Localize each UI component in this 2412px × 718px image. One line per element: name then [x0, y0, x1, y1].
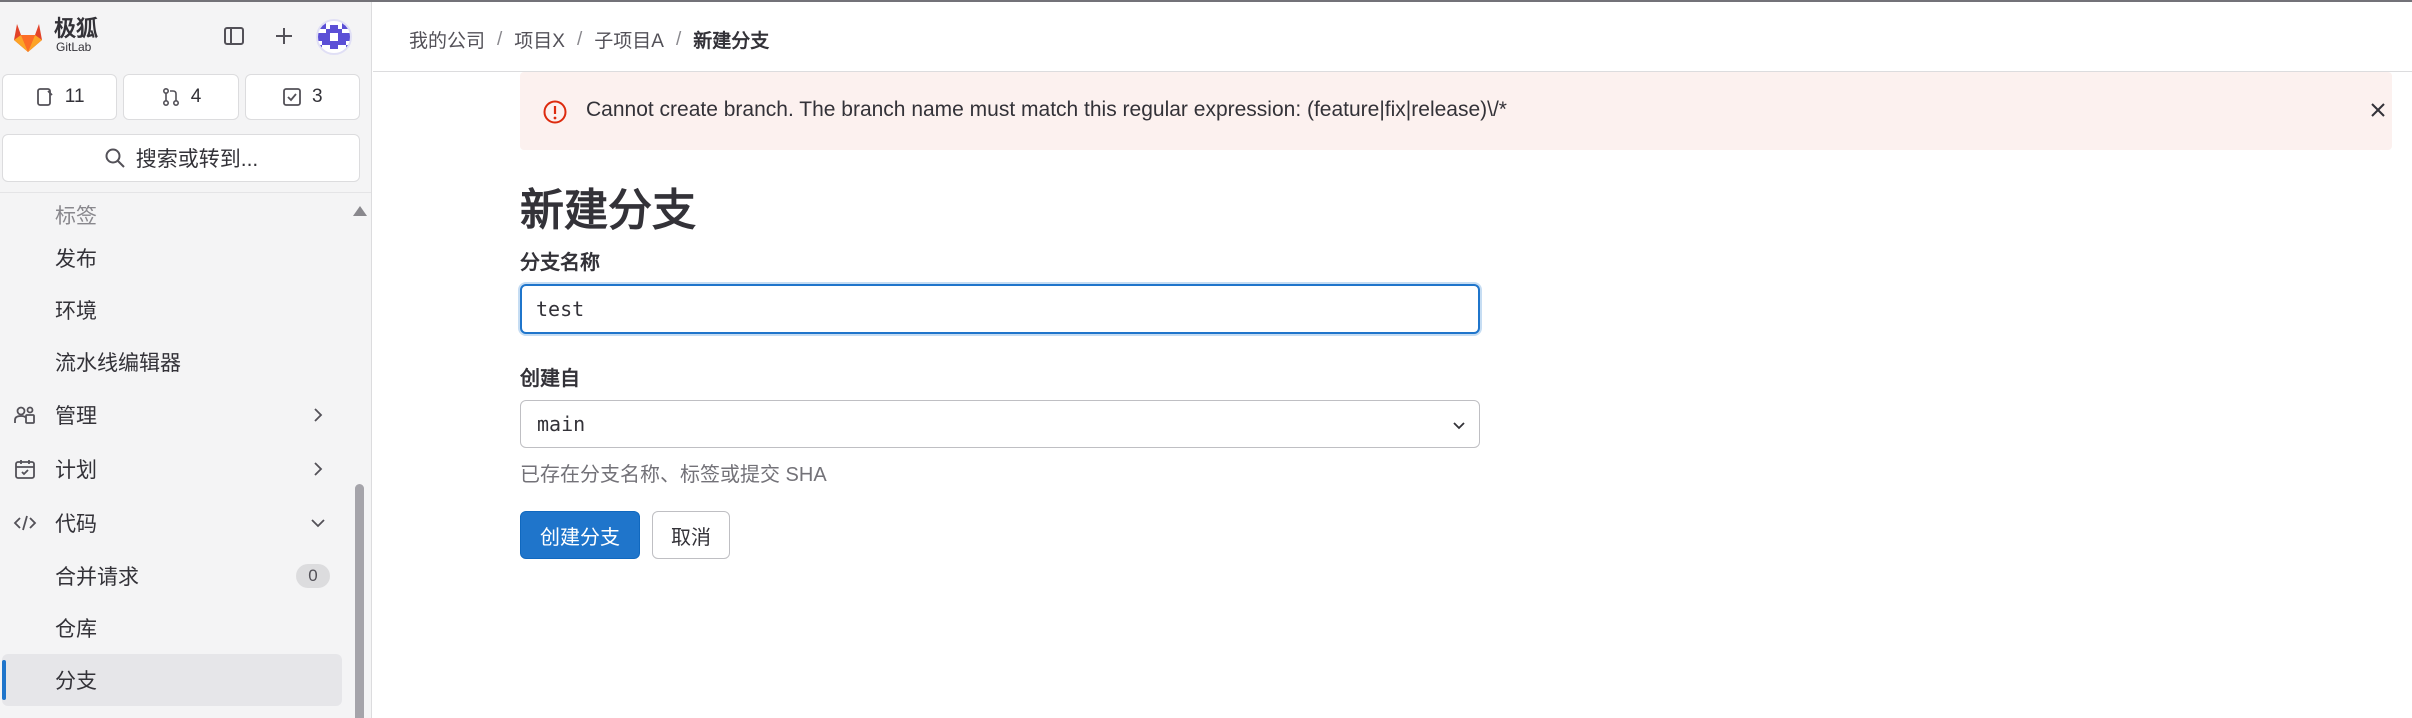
- breadcrumb-separator: /: [497, 28, 503, 50]
- issues-counter-button[interactable]: 11: [2, 74, 118, 120]
- create-branch-button[interactable]: 创建分支: [520, 511, 640, 559]
- sidebar-item-label: 仓库: [55, 618, 97, 641]
- search-label: 搜索或转到...: [135, 148, 259, 171]
- todos-counter-button[interactable]: 3: [244, 74, 360, 120]
- gitlab-logo-icon[interactable]: [8, 16, 48, 56]
- sidebar-item-label: 分支: [55, 670, 97, 693]
- branch-name-input[interactable]: [520, 284, 1480, 334]
- scroll-up-arrow-icon[interactable]: [353, 206, 367, 216]
- sidebar-item-tags[interactable]: 标签: [0, 198, 348, 232]
- main-content: Cannot create branch. The branch name mu…: [373, 72, 2412, 718]
- sidebar-item-environments[interactable]: 环境: [0, 284, 348, 336]
- create-from-value: main: [537, 412, 586, 436]
- brand-wordmark: 极狐 GitLab: [54, 16, 99, 55]
- breadcrumb-item-project[interactable]: 项目X: [514, 26, 565, 53]
- sidebar-item-label: 合并请求: [55, 566, 139, 589]
- sidebar-item-label: 管理: [55, 405, 97, 428]
- sidebar-toggle-icon: [224, 27, 244, 45]
- page-title: 新建分支: [520, 186, 696, 235]
- brand-name-en: GitLab: [56, 40, 92, 54]
- breadcrumb-item-group[interactable]: 我的公司: [409, 26, 485, 53]
- search-button[interactable]: 搜索或转到...: [2, 134, 360, 182]
- sidebar-scrollbar[interactable]: [350, 198, 368, 718]
- plus-icon: [276, 28, 292, 44]
- code-icon: [12, 510, 38, 536]
- sidebar-item-label: 环境: [55, 300, 97, 323]
- error-icon: [543, 100, 567, 124]
- user-avatar[interactable]: [316, 19, 352, 55]
- merge-requests-count: 4: [190, 86, 202, 107]
- chevron-down-icon: [311, 519, 325, 528]
- cancel-button[interactable]: 取消: [652, 511, 730, 559]
- sidebar-toggle-button[interactable]: [220, 22, 248, 50]
- breadcrumb-item-subproject[interactable]: 子项目A: [594, 26, 664, 53]
- sidebar-item-label: 标签: [55, 205, 97, 228]
- sidebar-header: 极狐 GitLab: [0, 2, 371, 70]
- sidebar-item-repository[interactable]: 仓库: [0, 602, 348, 654]
- sidebar-item-pipeline-editor[interactable]: 流水线编辑器: [0, 336, 348, 388]
- merge-request-icon: [162, 87, 179, 107]
- sidebar-item-label: 代码: [55, 513, 97, 536]
- chevron-down-icon: [1453, 422, 1465, 430]
- breadcrumb: 我的公司 / 项目X / 子项目A / 新建分支: [409, 26, 769, 53]
- sidebar-divider: [0, 192, 371, 193]
- app-window: 极狐 GitLab 11 4 3 搜索或转到... 标签 发布 环境 流水线编辑…: [0, 0, 2412, 718]
- search-icon: [105, 148, 125, 168]
- branch-name-label: 分支名称: [520, 252, 600, 274]
- identicon-icon: [318, 21, 350, 53]
- top-bar: 我的公司 / 项目X / 子项目A / 新建分支: [373, 2, 2412, 72]
- create-from-label: 创建自: [520, 368, 580, 390]
- sidebar-item-releases[interactable]: 发布: [0, 232, 348, 284]
- merge-requests-badge: 0: [296, 564, 330, 588]
- sidebar-group-plan[interactable]: 计划: [0, 442, 348, 496]
- error-alert: Cannot create branch. The branch name mu…: [520, 72, 2392, 150]
- scrollbar-thumb[interactable]: [355, 484, 364, 718]
- chevron-right-icon: [314, 462, 323, 476]
- sidebar-item-label: 发布: [55, 248, 97, 271]
- sidebar-item-merge-requests[interactable]: 合并请求 0: [0, 550, 348, 602]
- error-alert-message: Cannot create branch. The branch name mu…: [586, 98, 1507, 121]
- sidebar-nav: 标签 发布 环境 流水线编辑器 管理 计划 代码 合并请求 0 仓库 分支: [0, 198, 348, 706]
- issues-count: 11: [64, 86, 85, 107]
- sidebar-group-code[interactable]: 代码: [0, 496, 348, 550]
- sidebar-item-label: 流水线编辑器: [55, 352, 181, 375]
- todos-count: 3: [312, 86, 323, 107]
- sidebar: 极狐 GitLab 11 4 3 搜索或转到... 标签 发布 环境 流水线编辑…: [0, 2, 372, 718]
- calendar-icon: [12, 456, 38, 482]
- breadcrumb-separator: /: [576, 28, 583, 50]
- sidebar-group-manage[interactable]: 管理: [0, 388, 348, 442]
- close-icon[interactable]: [2366, 98, 2390, 122]
- brand-name-cn: 极狐: [54, 16, 99, 41]
- chevron-right-icon: [314, 408, 323, 422]
- counter-row: 11 4 3: [2, 74, 360, 120]
- users-icon: [12, 402, 38, 428]
- todo-icon: [283, 88, 301, 106]
- breadcrumb-item-current[interactable]: 新建分支: [693, 26, 769, 53]
- breadcrumb-separator: /: [675, 28, 682, 50]
- create-new-button[interactable]: [270, 22, 298, 50]
- create-from-help-text: 已存在分支名称、标签或提交 SHA: [520, 464, 827, 486]
- create-from-select[interactable]: main: [520, 400, 1480, 448]
- issues-icon: [36, 88, 53, 106]
- merge-requests-counter-button[interactable]: 4: [123, 74, 239, 120]
- sidebar-item-branches[interactable]: 分支: [2, 654, 342, 706]
- sidebar-item-label: 计划: [55, 459, 97, 482]
